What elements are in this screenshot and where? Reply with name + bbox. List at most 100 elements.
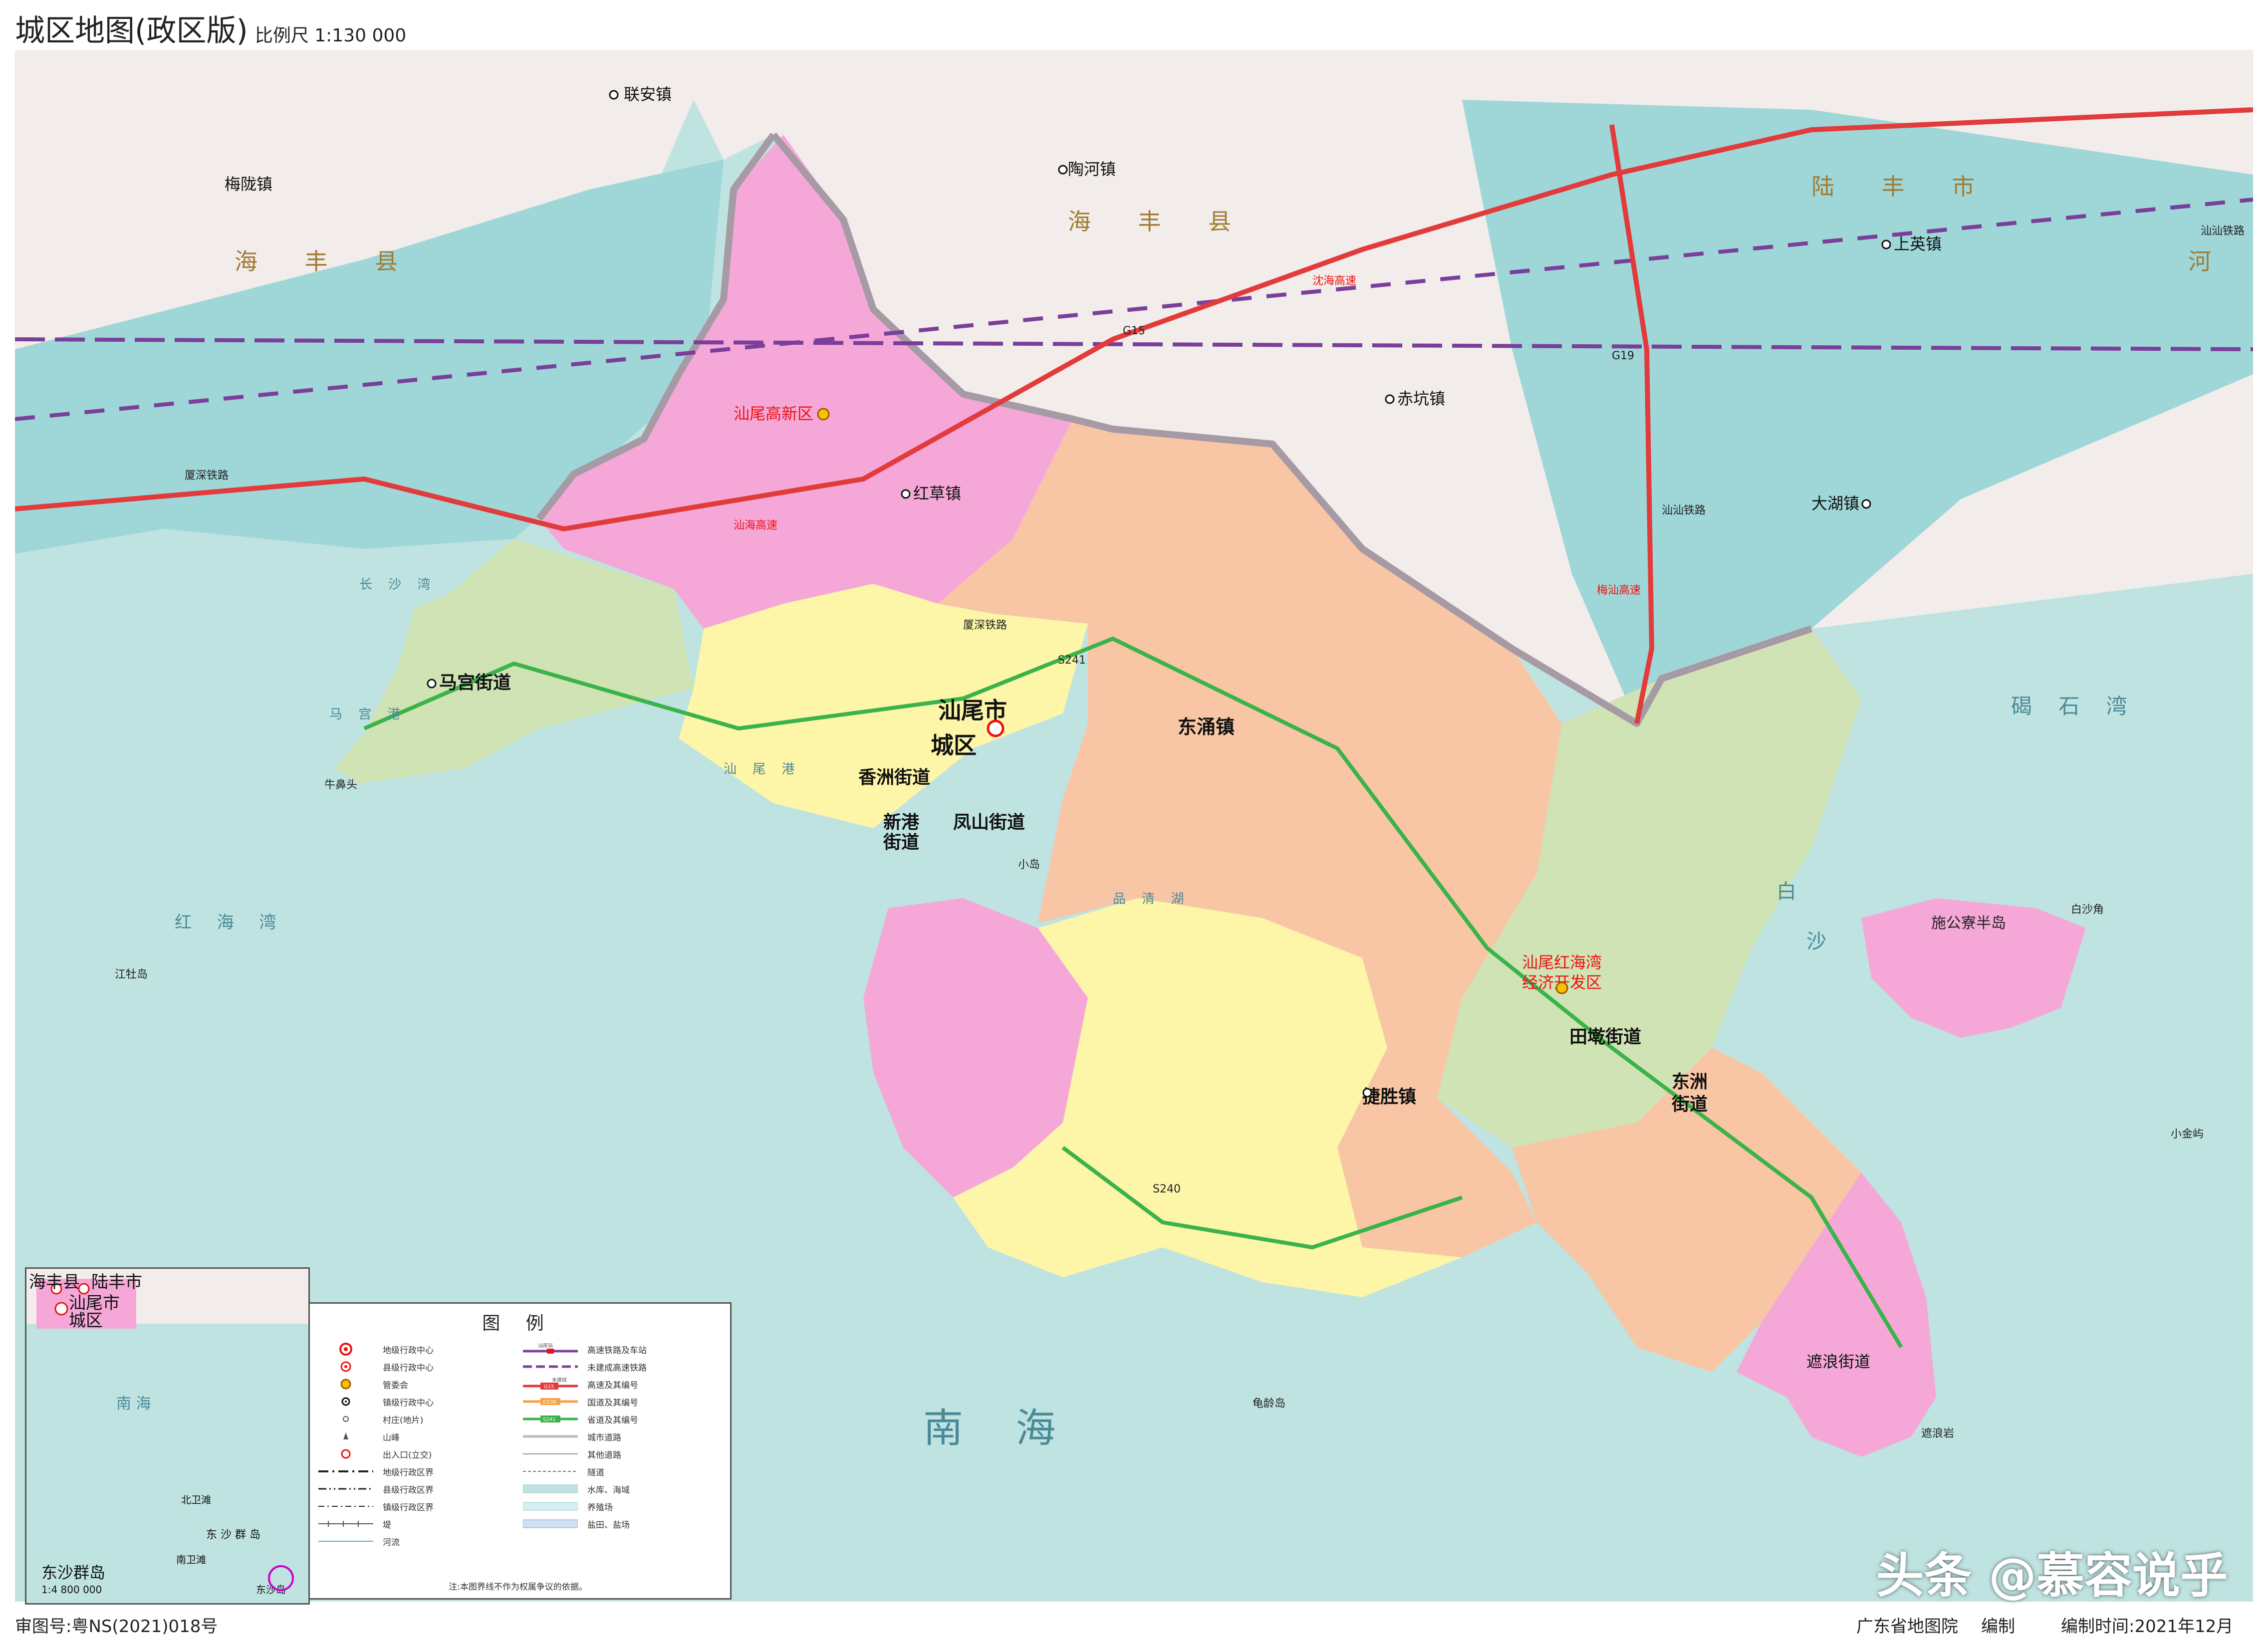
tunnel-icon [520,1466,580,1476]
town-center-icon [316,1397,376,1407]
gaoxinqu-marker-icon [817,408,830,421]
legend-label: 高速铁路及车站 [587,1345,647,1356]
legend-label: 省道及其编号 [587,1415,638,1425]
legend-note: 注:本图界线不作为权属争议的依据。 [449,1582,587,1592]
legend-label: 镇级行政区界 [383,1502,434,1513]
inset-scale: 1:4 800 000 [41,1584,102,1596]
sea-changshawan: 长 沙 湾 [359,577,437,592]
inset-place-haifeng: 海丰县 [29,1272,80,1292]
peak-icon [316,1431,376,1441]
salt-field-icon [520,1519,580,1529]
county-label-haifeng-center: 海 丰 县 [1068,208,1251,235]
legend-row: 水库、海域 [520,1483,630,1495]
legend-label: 其他道路 [587,1450,621,1460]
legend-station-sample: 汕尾站 [538,1343,553,1349]
road-s241: S241 [1058,654,1086,667]
legend-label: 县级行政区界 [383,1485,434,1495]
town-dahu: 大湖镇 [1811,494,1859,513]
city-road-icon [520,1431,580,1441]
prefecture-boundary-icon [316,1466,376,1476]
legend-label: 山峰 [383,1432,400,1443]
legend-row: 河流 [316,1536,400,1548]
sea-shanweigang: 汕 尾 港 [724,762,801,777]
label-gaoxinqu: 汕尾高新区 [734,404,813,423]
inset-place-chengqu: 城区 [69,1311,103,1331]
county-center-icon [316,1361,376,1372]
reservoir-icon [520,1484,580,1494]
sea-sha: 沙 [1806,930,1826,953]
label-honghaiwan: 汕尾红海湾 [1522,953,1602,972]
sea-magonggang: 马 宫 港 [329,707,407,722]
legend-row: 汕尾站 高速铁路及车站 [520,1343,647,1356]
town-zhelang: 遮浪街道 [1806,1352,1870,1371]
legend-label: 城市道路 [587,1432,621,1443]
map-scale: 比例尺 1:130 000 [254,25,407,46]
inset-marker-icon [78,1283,90,1295]
national-road-icon: G236 [520,1397,580,1407]
legend-g236-sample: G236 [543,1400,556,1405]
map-header: 城区地图(政区版) 比例尺 1:130 000 [15,0,406,50]
expressway-meilong: 梅汕高速 [1597,584,1641,597]
legend-row: 未建成 G15 高速及其编号 [520,1378,638,1391]
inset-place-shanwei: 汕尾市 [69,1293,120,1313]
town-taohe: 陶河镇 [1068,160,1116,179]
inset-map: 海丰县 陆丰市 城区 汕尾市 南 海 东沙群岛 1:4 800 000 北卫滩 … [25,1267,310,1605]
road-g15: G15 [1123,325,1145,337]
sea-pinqinghu: 品 清 湖 [1113,892,1190,907]
legend-unbuilt-sample: 未建成 [552,1378,567,1383]
legend-row: 其他道路 [520,1448,621,1460]
town-xingang2: 街道 [883,832,919,853]
sea-hongwan: 红 海 湾 [175,913,286,933]
town-marker-icon [1058,165,1068,175]
inset-svg: 海丰县 陆丰市 城区 汕尾市 南 海 东沙群岛 1:4 800 000 北卫滩 … [26,1269,308,1596]
town-lianan: 联安镇 [624,85,672,104]
railway-hanshen2: 厦深铁路 [963,619,1007,632]
county-label-lufeng: 陆 丰 市 [1811,173,1995,200]
town-fengshan: 凤山街道 [953,812,1025,833]
city-center-icon [987,719,1005,737]
town-marker-icon [901,489,911,499]
town-chikeng: 赤坑镇 [1397,389,1445,408]
sea-bai: 白 [1776,880,1796,903]
railway-shanshan: 汕汕铁路 [1662,504,1706,517]
legend-title: 图 例 [482,1313,554,1334]
town-marker-icon [1362,1088,1372,1098]
inset-island-label: 东 沙 群 岛 [206,1529,260,1541]
island-jiangmu: 江牡岛 [115,968,148,981]
legend-row: 镇级行政区界 [316,1501,434,1513]
legend-label: 隧道 [587,1467,604,1478]
legend-label: 管委会 [383,1380,408,1391]
road-g19: G19 [1612,350,1634,362]
footer-compiled: 编制 [1981,1617,2015,1637]
unbuilt-hsr-icon [520,1362,580,1372]
railway-shanshan2: 汕汕铁路 [2201,225,2245,237]
legend-g15-sample: G15 [544,1384,554,1390]
sea-zheshiwan: 碣 石 湾 [2011,694,2137,718]
watermark: 头条 @慕容说乎 [1876,1548,2228,1604]
town-magong: 马宫街道 [439,673,511,693]
label-chengqu: 城区 [931,732,977,759]
other-road-icon [520,1449,580,1459]
legend-row: S241 省道及其编号 [520,1413,638,1425]
legend-label: 地级行政中心 [383,1345,434,1356]
legend-row: 县级行政区界 [316,1483,434,1495]
river-icon [316,1536,376,1546]
inset-island-label: 南卫滩 [176,1554,206,1566]
inset-island-label: 北卫滩 [181,1494,211,1506]
town-boundary-icon [316,1501,376,1511]
hsr-station-icon: 汕尾站 [520,1343,580,1354]
town-xingang: 新港 [883,812,920,833]
town-marker-icon [427,679,437,689]
town-hongcao: 红草镇 [913,484,961,503]
island-niubitou: 牛鼻头 [324,779,357,791]
legend-row: 养殖场 [520,1501,613,1513]
sea-nanhai: 南 海 [923,1405,1075,1451]
legend-label: 县级行政中心 [383,1363,434,1373]
island-shigongliao: 施公寮半岛 [1931,915,2006,932]
town-dongzhou: 东洲 [1672,1072,1708,1092]
inset-place-lufeng: 陆丰市 [91,1272,142,1292]
inset-marker-icon [54,1302,68,1316]
county-label-haifeng-west: 海 丰 县 [235,248,418,275]
footer-approval: 审图号:粤NS(2021)018号 [15,1617,218,1637]
legend-row: 镇级行政中心 [316,1396,434,1408]
